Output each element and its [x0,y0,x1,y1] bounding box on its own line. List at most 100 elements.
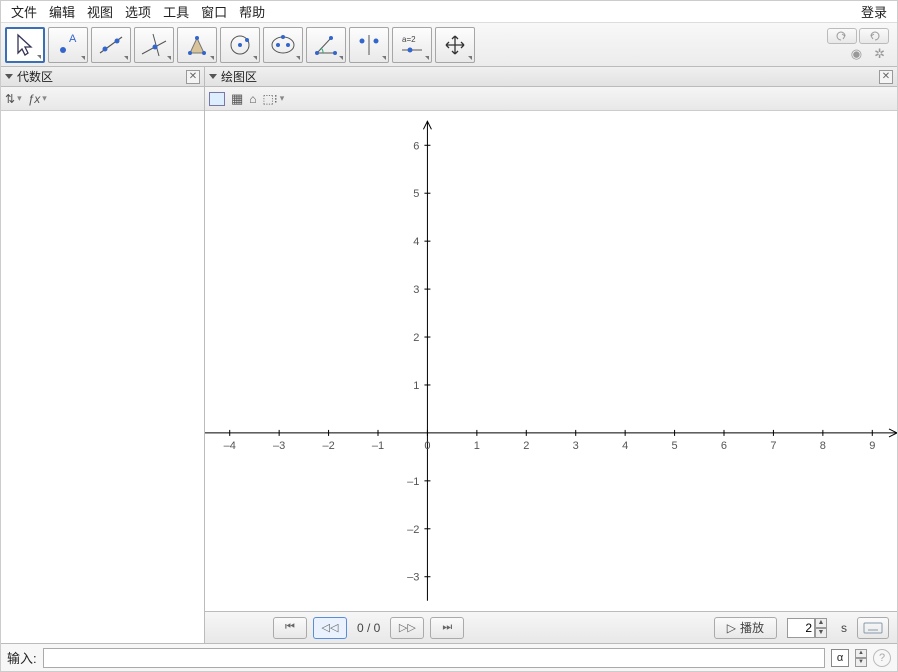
svg-text:A: A [69,33,77,45]
close-icon[interactable]: ✕ [186,70,200,84]
alpha-button[interactable]: α [831,649,849,667]
algebra-title-bar[interactable]: 代数区 ✕ [1,67,204,87]
svg-text:–3: –3 [273,440,285,452]
nav-next-button[interactable]: ▷▷ [390,617,424,639]
properties-icon[interactable]: ◉ [851,46,862,62]
redo-button[interactable] [859,28,889,44]
redo-icon [867,31,881,41]
history-down[interactable]: ▼ [855,658,867,667]
tool-slider[interactable]: a=2 [392,27,432,63]
menu-options[interactable]: 选项 [119,0,157,23]
grid-toggle[interactable]: ▦ [231,91,243,107]
app-window: 文件 编辑 视图 选项 工具 窗口 帮助 登录 A [0,0,898,672]
nav-last-button[interactable]: ⏭ [430,617,464,639]
snap-button[interactable]: ⬚⁝ ▾ [263,92,285,106]
collapse-icon [5,74,13,79]
tool-perpendicular[interactable] [134,27,174,63]
play-button[interactable]: ▷ 播放 [714,617,777,639]
svg-text:7: 7 [770,440,776,452]
seconds-label: s [841,621,847,635]
toolbar: A a=2 [1,23,897,67]
algebra-title: 代数区 [17,68,53,85]
menu-help[interactable]: 帮助 [233,0,271,23]
skip-next-icon: ▷▷ [399,621,416,634]
keyboard-button[interactable] [857,617,889,639]
tool-conic[interactable] [263,27,303,63]
svg-text:6: 6 [413,140,419,152]
input-label: 输入: [7,648,37,667]
algebra-panel: 代数区 ✕ ⇅ ▾ ƒx ▾ [1,67,205,643]
spinner-up[interactable]: ▲ [815,618,827,628]
frame-spinner[interactable]: ▲ ▼ [787,617,827,639]
play-icon: ▷ [727,621,736,635]
toolbar-right: ◉ ✲ [827,28,893,62]
line-icon [96,31,126,59]
cursor-icon [10,31,40,59]
move-view-icon [440,31,470,59]
angle-icon [311,31,341,59]
svg-text:3: 3 [413,284,419,296]
svg-text:8: 8 [820,440,826,452]
slider-icon: a=2 [397,31,427,59]
svg-text:1: 1 [413,380,419,392]
tool-move-view[interactable] [435,27,475,63]
reflect-icon [354,31,384,59]
tool-polygon[interactable] [177,27,217,63]
menu-tools[interactable]: 工具 [157,0,195,23]
svg-text:2: 2 [413,332,419,344]
point-icon: A [53,31,83,59]
svg-text:–1: –1 [372,440,384,452]
nav-step-count: 0 / 0 [353,621,384,635]
skip-prev-icon: ◁◁ [322,621,339,634]
command-input[interactable] [43,648,825,668]
menu-view[interactable]: 视图 [81,0,119,23]
spinner-down[interactable]: ▼ [815,628,827,638]
svg-text:6: 6 [721,440,727,452]
undo-button[interactable] [827,28,857,44]
svg-text:3: 3 [573,440,579,452]
svg-text:2: 2 [523,440,529,452]
svg-text:–2: –2 [407,524,419,536]
menu-edit[interactable]: 编辑 [43,0,81,23]
frame-input[interactable] [787,618,815,638]
svg-text:a=2: a=2 [402,35,416,44]
svg-text:–4: –4 [224,440,236,452]
ellipse-icon [268,31,298,59]
collapse-icon [209,74,217,79]
sort-button[interactable]: ⇅ ▾ [5,92,22,106]
menu-login[interactable]: 登录 [855,0,893,23]
menu-window[interactable]: 窗口 [195,0,233,23]
menubar: 文件 编辑 视图 选项 工具 窗口 帮助 登录 [1,1,897,23]
tool-circle[interactable] [220,27,260,63]
tool-reflect[interactable] [349,27,389,63]
tool-point[interactable]: A [48,27,88,63]
tool-move[interactable] [5,27,45,63]
circle-icon [225,31,255,59]
skip-last-icon: ⏭ [442,621,452,634]
tool-line[interactable] [91,27,131,63]
undo-icon [835,31,849,41]
graphics-canvas[interactable]: –4–3–2–10123456789–3–2–1123456 [205,111,897,611]
tool-angle[interactable] [306,27,346,63]
svg-text:1: 1 [474,440,480,452]
polygon-icon [182,31,212,59]
nav-prev-button[interactable]: ◁◁ [313,617,347,639]
graphics-title-bar[interactable]: 绘图区 ✕ [205,67,897,87]
help-button[interactable]: ? [873,649,891,667]
menu-file[interactable]: 文件 [5,0,43,23]
navigation-bar: ⏮ ◁◁ 0 / 0 ▷▷ ⏭ ▷ 播放 ▲ ▼ [205,611,897,643]
svg-text:0: 0 [424,440,430,452]
svg-text:4: 4 [622,440,628,452]
skip-first-icon: ⏮ [285,621,295,634]
aux-button[interactable]: ƒx ▾ [28,92,47,106]
algebra-body[interactable] [1,111,204,643]
home-button[interactable]: ⌂ [249,92,256,106]
graphics-title: 绘图区 [221,68,257,85]
svg-text:9: 9 [869,440,875,452]
gear-icon[interactable]: ✲ [874,46,885,62]
axes-toggle[interactable] [209,92,225,106]
history-up[interactable]: ▲ [855,649,867,658]
nav-first-button[interactable]: ⏮ [273,617,307,639]
play-label: 播放 [740,619,764,636]
close-icon[interactable]: ✕ [879,70,893,84]
